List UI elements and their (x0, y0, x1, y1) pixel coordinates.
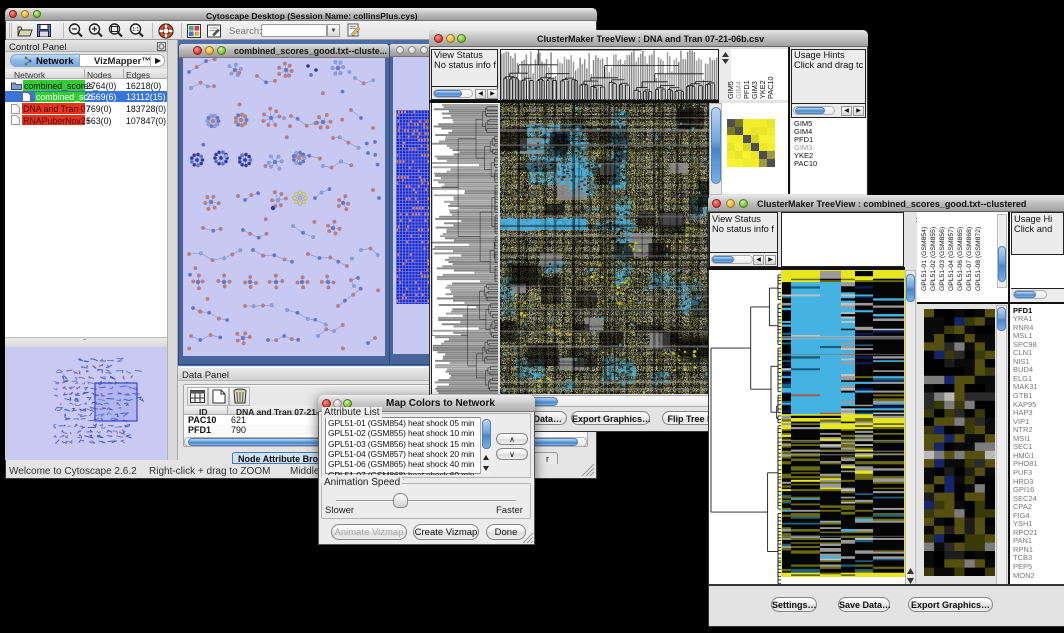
svg-text:1:1: 1:1 (132, 27, 139, 33)
